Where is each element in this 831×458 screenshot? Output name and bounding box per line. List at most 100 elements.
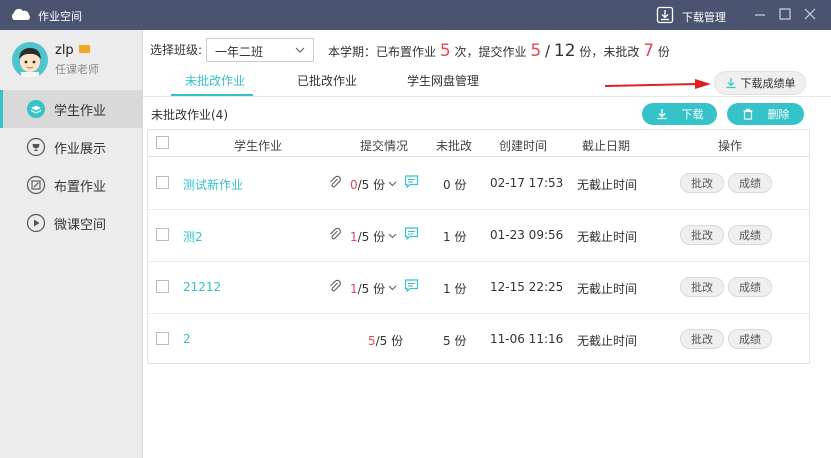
tab-student-disk[interactable]: 学生网盘管理 (407, 72, 479, 89)
delete-button[interactable]: 删除 (727, 103, 804, 125)
download-manager-button[interactable]: 下载管理 (656, 6, 726, 27)
trash-icon (743, 108, 752, 120)
row-checkbox[interactable] (156, 176, 169, 189)
paperclip-icon[interactable] (328, 227, 342, 244)
table-row[interactable]: 2 5/5 份 5 份 11-06 11:16 无截止时间 批改 成绩 (148, 314, 809, 366)
sidebar-item-assign-homework[interactable]: 布置作业 (0, 166, 143, 204)
homework-name-link[interactable]: 测试新作业 (183, 176, 243, 193)
column-header: 未批改 (436, 139, 473, 153)
ungraded-count: 0 份 (443, 178, 467, 192)
user-name: zlp (55, 43, 74, 58)
trophy-icon (26, 137, 46, 157)
score-button[interactable]: 成绩 (728, 277, 772, 297)
ungraded-count: 7 (643, 41, 655, 61)
homework-name-link[interactable]: 测2 (183, 228, 203, 245)
edit-icon (26, 175, 46, 195)
comment-icon[interactable] (404, 226, 419, 244)
deadline: 无截止时间 (577, 334, 638, 348)
column-header: 学生作业 (234, 139, 283, 153)
download-manager-label: 下载管理 (682, 10, 726, 24)
ungraded-count: 1 份 (443, 230, 467, 244)
row-checkbox[interactable] (156, 228, 169, 241)
deadline: 无截止时间 (577, 178, 638, 192)
homework-name-link[interactable]: 2 (183, 332, 191, 346)
class-filter: 选择班级: 一年二班 (150, 37, 314, 62)
tab-graded[interactable]: 已批改作业 (297, 72, 357, 89)
grade-button[interactable]: 批改 (680, 225, 724, 245)
layers-icon (26, 99, 46, 119)
download-button[interactable]: 下载 (642, 103, 717, 125)
ungraded-count: 1 份 (443, 282, 467, 296)
paperclip-icon[interactable] (328, 175, 342, 192)
tab-ungraded[interactable]: 未批改作业 (185, 72, 245, 89)
sidebar: zlp 任课老师 学生作业 作业展示 布置作业 微课空间 (0, 30, 143, 458)
total-count: 12 (553, 41, 576, 61)
red-arrow-icon (604, 78, 713, 95)
ungraded-count: 5 份 (443, 334, 467, 348)
section-title: 未批改作业(4) (151, 108, 228, 122)
comment-icon[interactable] (404, 278, 419, 296)
download-icon (726, 78, 735, 89)
column-header: 操作 (718, 139, 743, 153)
column-header: 创建时间 (499, 139, 548, 153)
table-row[interactable]: 测试新作业 0/5 份 0 份 02-17 17:53 无截止时间 批改 成绩 (148, 158, 809, 210)
submission-status: 1/5 份 (350, 230, 386, 244)
mail-icon[interactable] (79, 45, 90, 53)
download-box-icon (656, 6, 674, 27)
avatar[interactable] (12, 42, 48, 78)
sidebar-item-student-homework[interactable]: 学生作业 (0, 90, 143, 128)
chevron-down-icon[interactable] (388, 229, 397, 243)
deadline: 无截止时间 (577, 282, 638, 296)
created-time: 11-06 11:16 (490, 332, 564, 346)
class-filter-label: 选择班级: (150, 42, 203, 57)
sidebar-item-label: 作业展示 (54, 141, 107, 157)
created-time: 01-23 09:56 (490, 228, 564, 242)
table-row[interactable]: 测2 1/5 份 1 份 01-23 09:56 无截止时间 批改 成绩 (148, 210, 809, 262)
table-row[interactable]: 21212 1/5 份 1 份 12-15 22:25 无截止时间 批改 成绩 (148, 262, 809, 314)
sidebar-item-homework-showcase[interactable]: 作业展示 (0, 128, 143, 166)
chevron-down-icon[interactable] (388, 177, 397, 191)
grade-button[interactable]: 批改 (680, 329, 724, 349)
submission-status: 0/5 份 (350, 178, 386, 192)
paperclip-icon[interactable] (328, 279, 342, 296)
sidebar-item-label: 学生作业 (54, 103, 107, 119)
maximize-icon[interactable] (777, 6, 793, 22)
created-time: 12-15 22:25 (490, 280, 564, 294)
grade-button[interactable]: 批改 (680, 277, 724, 297)
minimize-icon[interactable] (752, 6, 768, 22)
app-title: 作业空间 (38, 10, 82, 23)
homework-table: 学生作业 提交情况 未批改 创建时间 截止日期 操作 测试新作业 0/5 份 0… (147, 129, 810, 364)
submission-status: 1/5 份 (350, 282, 386, 296)
play-icon (26, 213, 46, 233)
download-report-button[interactable]: 下载成绩单 (714, 71, 806, 95)
row-checkbox[interactable] (156, 332, 169, 345)
submitted-count: 5 (530, 41, 542, 61)
column-header: 截止日期 (582, 139, 631, 153)
created-time: 02-17 17:53 (490, 176, 564, 190)
close-icon[interactable] (802, 6, 818, 22)
comment-icon[interactable] (404, 174, 419, 192)
score-button[interactable]: 成绩 (728, 329, 772, 349)
semester-stats: 本学期：已布置作业 5 次，提交作业 5 / 12 份，未批改 7 份 (328, 41, 670, 61)
chevron-down-icon[interactable] (388, 281, 397, 295)
table-header: 学生作业 提交情况 未批改 创建时间 截止日期 操作 (148, 130, 809, 157)
cloud-logo-icon (10, 8, 32, 24)
row-checkbox[interactable] (156, 280, 169, 293)
class-select[interactable]: 一年二班 (206, 38, 314, 62)
select-all-checkbox[interactable] (156, 136, 169, 149)
sidebar-item-micro-lesson[interactable]: 微课空间 (0, 204, 143, 242)
download-report-label: 下载成绩单 (740, 77, 796, 90)
submission-status: 5/5 份 (368, 334, 404, 348)
divider (143, 96, 831, 97)
grade-button[interactable]: 批改 (680, 173, 724, 193)
score-button[interactable]: 成绩 (728, 225, 772, 245)
chevron-down-icon (295, 44, 305, 58)
title-bar: 作业空间 下载管理 (0, 0, 831, 30)
homework-name-link[interactable]: 21212 (183, 280, 221, 294)
sidebar-item-label: 微课空间 (54, 217, 107, 233)
class-select-value: 一年二班 (215, 45, 264, 59)
sidebar-item-label: 布置作业 (54, 179, 107, 195)
score-button[interactable]: 成绩 (728, 173, 772, 193)
assigned-count: 5 (439, 41, 451, 61)
column-header: 提交情况 (360, 139, 409, 153)
